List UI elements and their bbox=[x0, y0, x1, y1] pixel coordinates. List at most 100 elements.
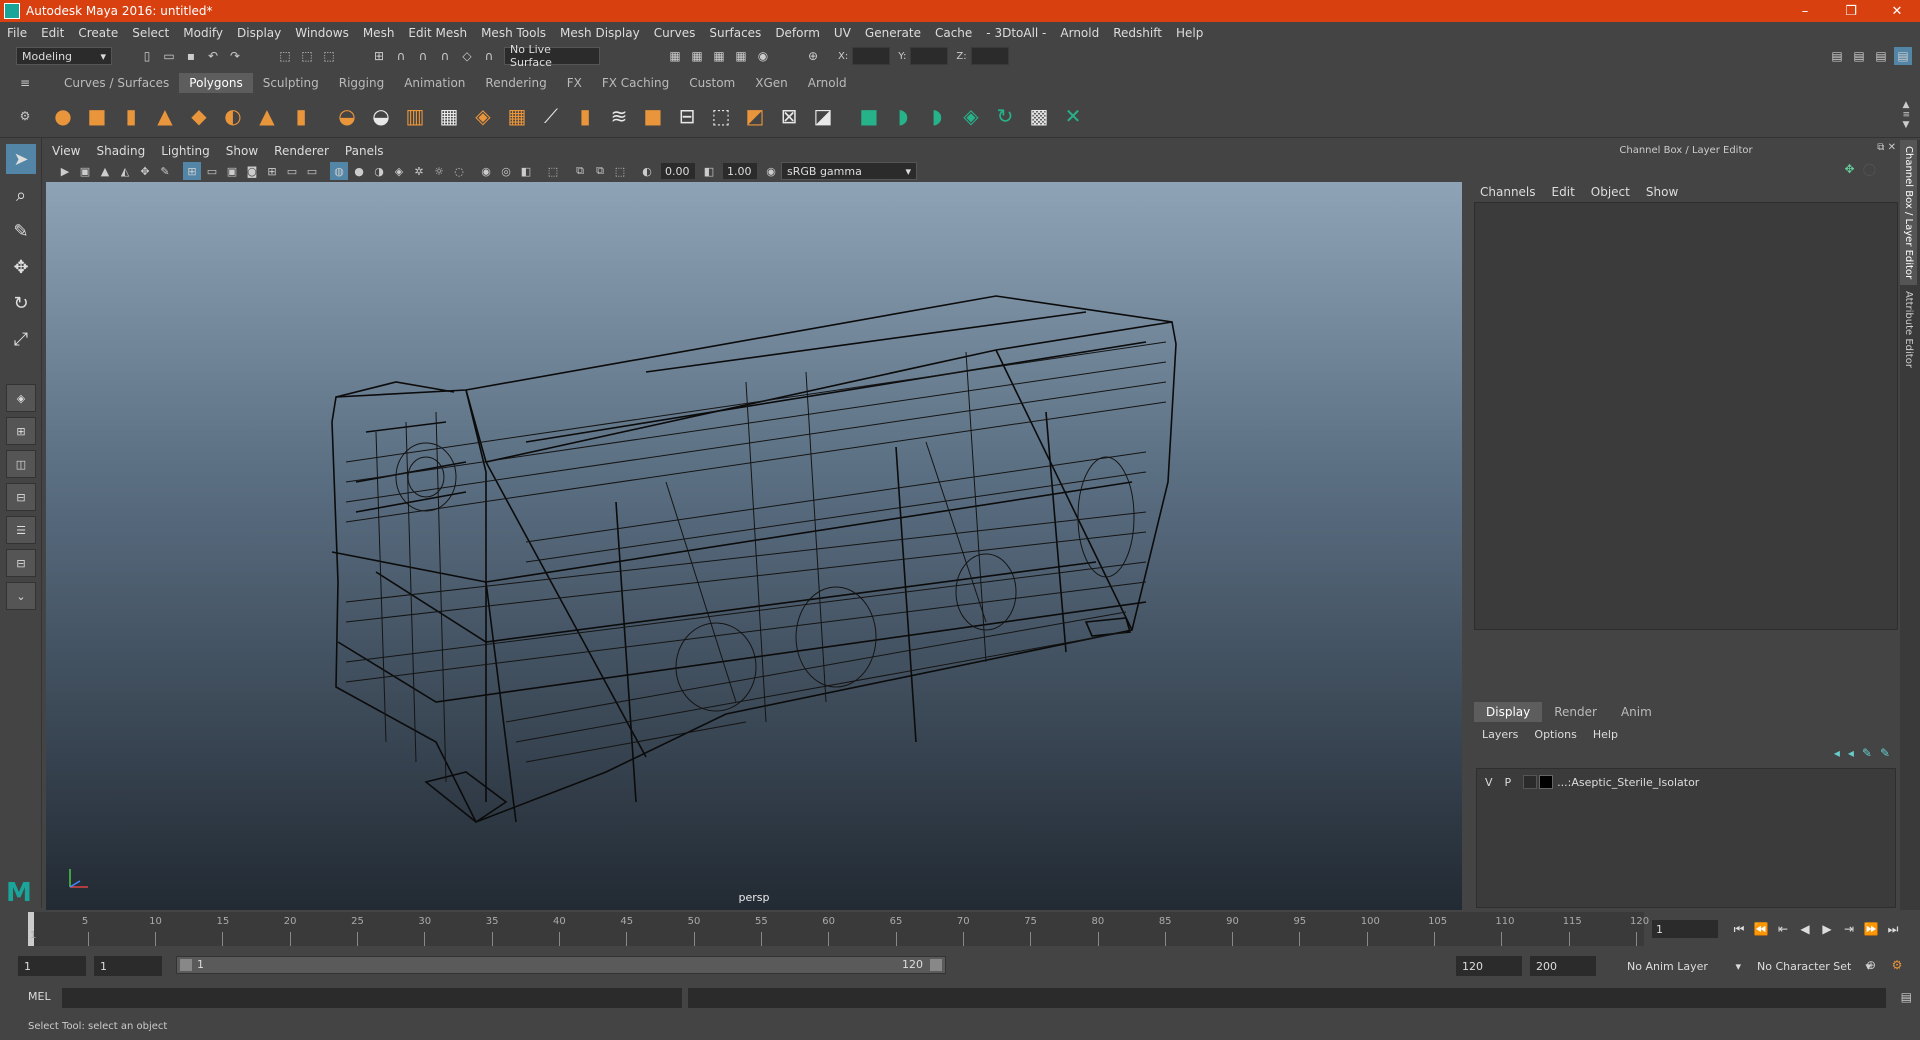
offset-edge-loop-icon[interactable]: ⬚ bbox=[708, 103, 734, 129]
ipr-render-icon[interactable]: ▦ bbox=[710, 47, 728, 65]
move-layer-down-icon[interactable]: ◂ bbox=[1848, 746, 1854, 760]
motion-blur-icon[interactable]: ◎ bbox=[497, 162, 515, 180]
x-field[interactable] bbox=[852, 47, 891, 65]
exposure-icon[interactable]: ◐ bbox=[638, 162, 656, 180]
multi-cut-icon[interactable]: ⟋ bbox=[538, 103, 564, 129]
shelf-settings-icon[interactable]: ⚙ bbox=[16, 107, 34, 125]
textured-icon[interactable]: ✲ bbox=[410, 162, 428, 180]
poly-torus-icon[interactable]: ◐ bbox=[220, 103, 246, 129]
step-back-key-icon[interactable]: ⇤ bbox=[1772, 920, 1794, 938]
menu-set-dropdown[interactable]: Modeling ▾ bbox=[16, 47, 112, 65]
playback-end-field[interactable]: 120 bbox=[1456, 956, 1522, 976]
range-start-handle[interactable] bbox=[180, 959, 192, 971]
command-language-label[interactable]: MEL bbox=[28, 990, 51, 1003]
new-layer-from-selection-icon[interactable]: ✎ bbox=[1880, 746, 1890, 760]
open-scene-icon[interactable]: ▭ bbox=[160, 47, 178, 65]
exposure-field[interactable]: 0.00 bbox=[661, 163, 695, 179]
shelf-tab-custom[interactable]: Custom bbox=[679, 73, 745, 93]
shelf-scroll-down-icon[interactable]: ▼ bbox=[1902, 120, 1910, 130]
shelf-tab-rendering[interactable]: Rendering bbox=[475, 73, 556, 93]
shelf-menu-icon[interactable]: ≡ bbox=[16, 74, 34, 92]
start-time-field[interactable]: 1 bbox=[18, 956, 86, 976]
command-input[interactable] bbox=[62, 988, 682, 1008]
poly-sphere-icon[interactable]: ● bbox=[50, 103, 76, 129]
layer-playback-toggle[interactable]: P bbox=[1505, 776, 1512, 789]
layer-menu-options[interactable]: Options bbox=[1526, 728, 1584, 741]
poly-plane-icon[interactable]: ◆ bbox=[186, 103, 212, 129]
color-space-dropdown[interactable]: sRGB gamma ▾ bbox=[781, 162, 917, 180]
isolate-select-icon[interactable]: ⬚ bbox=[544, 162, 562, 180]
step-back-frame-icon[interactable]: ⏪ bbox=[1750, 920, 1772, 938]
snap-view-plane-icon[interactable]: ∩ bbox=[436, 47, 454, 65]
layer-tab-anim[interactable]: Anim bbox=[1609, 702, 1664, 722]
cylindrical-uv-icon[interactable]: ◗ bbox=[890, 103, 916, 129]
uv-checker-icon[interactable]: ▩ bbox=[1026, 103, 1052, 129]
new-empty-layer-icon[interactable]: ✎ bbox=[1862, 746, 1872, 760]
toolbox-more-icon[interactable]: ⌄ bbox=[6, 582, 36, 610]
select-component-icon[interactable]: ⬚ bbox=[320, 47, 338, 65]
range-end-handle[interactable] bbox=[930, 959, 942, 971]
mirror-icon[interactable]: ⊠ bbox=[776, 103, 802, 129]
hypershade-icon[interactable]: ◉ bbox=[754, 47, 772, 65]
xray-joints-icon[interactable]: ⧉ bbox=[591, 162, 609, 180]
multisample-aa-icon[interactable]: ◧ bbox=[517, 162, 535, 180]
shelf-tab-xgen[interactable]: XGen bbox=[745, 73, 798, 93]
step-forward-key-icon[interactable]: ⇥ bbox=[1838, 920, 1860, 938]
character-set-dropdown[interactable]: No Character Set ▾ bbox=[1752, 956, 1876, 976]
shelf-tab-polygons[interactable]: Polygons bbox=[179, 73, 253, 93]
shelf-tab-arnold[interactable]: Arnold bbox=[798, 73, 857, 93]
film-gate-icon[interactable]: ▭ bbox=[203, 162, 221, 180]
automatic-uv-icon[interactable]: ◈ bbox=[958, 103, 984, 129]
range-bar[interactable]: 1 120 bbox=[176, 956, 946, 974]
anim-layer-dropdown[interactable]: No Anim Layer ▾ bbox=[1622, 956, 1746, 976]
shelf-options-icon[interactable]: ≡ bbox=[1902, 110, 1910, 120]
current-frame-field[interactable]: 1 bbox=[1652, 920, 1718, 938]
shelf-tab-rigging[interactable]: Rigging bbox=[329, 73, 394, 93]
shelf-scroll-up-icon[interactable]: ▲ bbox=[1902, 100, 1910, 110]
extrude-icon[interactable]: ▦ bbox=[436, 103, 462, 129]
perspective-graph-layout-icon[interactable]: ⊟ bbox=[6, 483, 36, 511]
auto-key-icon[interactable]: ⊕ bbox=[1862, 956, 1880, 974]
menu-generate[interactable]: Generate bbox=[858, 26, 928, 40]
viewport-menu-view[interactable]: View bbox=[44, 144, 88, 158]
wireframe-on-shaded-icon[interactable]: ◈ bbox=[390, 162, 408, 180]
go-to-start-icon[interactable]: ⏮ bbox=[1728, 920, 1750, 938]
menu-file[interactable]: File bbox=[0, 26, 34, 40]
bookmark-icon[interactable]: ▲ bbox=[96, 162, 114, 180]
menu-mesh[interactable]: Mesh bbox=[356, 26, 402, 40]
make-live-icon[interactable]: ∩ bbox=[480, 47, 498, 65]
side-tab-attribute-editor[interactable]: Attribute Editor bbox=[1900, 285, 1917, 374]
paint-select-tool-icon[interactable]: ✎ bbox=[6, 216, 36, 246]
new-scene-icon[interactable]: ▯ bbox=[138, 47, 156, 65]
grease-pencil-icon[interactable]: ✎ bbox=[156, 162, 174, 180]
merge-icon[interactable]: ≋ bbox=[606, 103, 632, 129]
safe-action-icon[interactable]: ▭ bbox=[283, 162, 301, 180]
play-backwards-icon[interactable]: ◀ bbox=[1794, 920, 1816, 938]
menu-uv[interactable]: UV bbox=[827, 26, 858, 40]
channel-box-menu-show[interactable]: Show bbox=[1638, 185, 1686, 199]
y-field[interactable] bbox=[910, 47, 949, 65]
perspective-viewport[interactable]: persp bbox=[46, 182, 1462, 910]
planar-uv-icon[interactable]: ■ bbox=[856, 103, 882, 129]
layer-visibility-toggle[interactable]: V bbox=[1485, 776, 1493, 789]
end-time-field[interactable]: 200 bbox=[1530, 956, 1596, 976]
snap-point-icon[interactable]: ∩ bbox=[414, 47, 432, 65]
select-object-icon[interactable]: ⬚ bbox=[298, 47, 316, 65]
gamma-field[interactable]: 1.00 bbox=[723, 163, 757, 179]
shelf-tab-fx-caching[interactable]: FX Caching bbox=[592, 73, 679, 93]
menu-cache[interactable]: Cache bbox=[928, 26, 979, 40]
redo-icon[interactable]: ↷ bbox=[226, 47, 244, 65]
menu-curves[interactable]: Curves bbox=[647, 26, 703, 40]
go-to-end-icon[interactable]: ⏭ bbox=[1882, 920, 1904, 938]
uv-editor-icon[interactable]: ✕ bbox=[1060, 103, 1086, 129]
animation-preferences-icon[interactable]: ⚙ bbox=[1888, 956, 1906, 974]
shadows-icon[interactable]: ◌ bbox=[450, 162, 468, 180]
viewport-menu-lighting[interactable]: Lighting bbox=[153, 144, 218, 158]
channel-box-toggle-icon[interactable]: ▤ bbox=[1894, 47, 1912, 65]
shelf-tab-sculpting[interactable]: Sculpting bbox=[253, 73, 329, 93]
menu-display[interactable]: Display bbox=[230, 26, 288, 40]
perspective-outliner-layout-icon[interactable]: ◫ bbox=[6, 450, 36, 478]
snap-curve-icon[interactable]: ∩ bbox=[392, 47, 410, 65]
layer-editor-icon[interactable]: ◯ bbox=[1863, 162, 1876, 176]
layer-tab-display[interactable]: Display bbox=[1474, 702, 1543, 722]
